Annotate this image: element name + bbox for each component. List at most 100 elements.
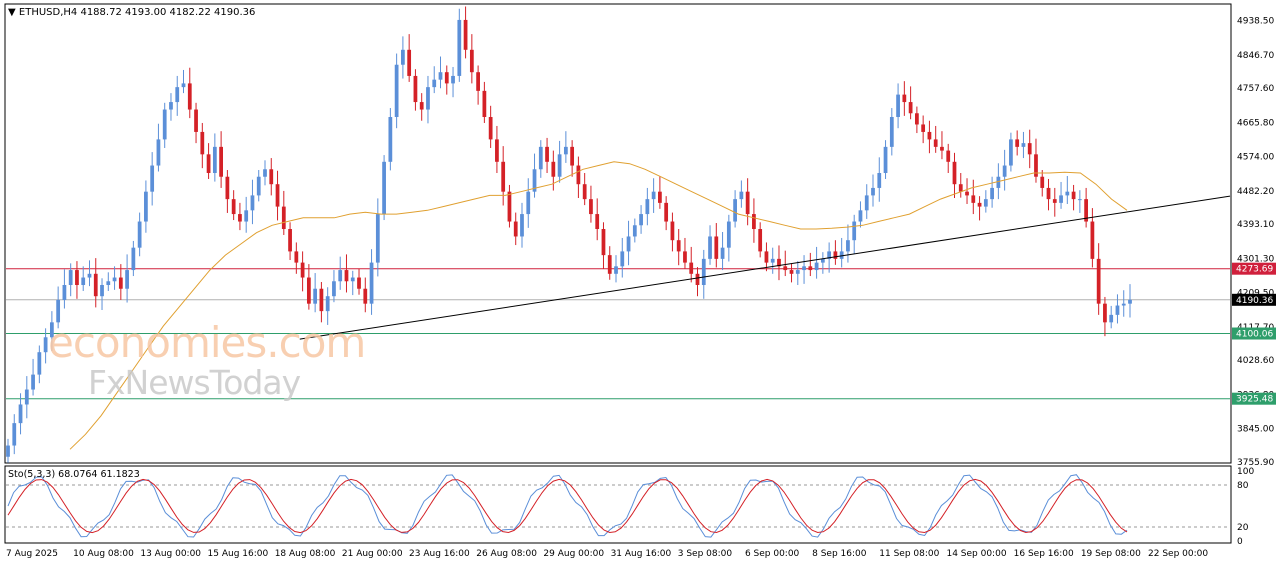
y-tick-label: 4938.50 [1237,16,1274,26]
candle-body [971,195,976,203]
symbol-header: ▼ ETHUSD,H4 4188.72 4193.00 4182.22 4190… [8,7,255,18]
candle-body [770,258,775,263]
candle-body [338,270,343,282]
candle-body [24,389,29,405]
candle-body [81,277,86,286]
x-tick-label: 6 Sep 00:00 [745,549,800,559]
candle-body [908,102,913,114]
candle-body [601,229,606,256]
symbol-timeframe: ETHUSD,H4 [18,7,78,18]
y-tick-label: 4665.80 [1237,118,1274,128]
candle-body [683,251,687,263]
candle-body [206,154,211,174]
candle-body [526,191,531,215]
candle-body [363,288,368,304]
price-tag-support: 4100.06 [1232,327,1276,340]
collapse-triangle-icon[interactable]: ▼ [8,7,16,18]
candle-body [118,277,123,289]
stoch-tick-label: 80 [1237,481,1249,491]
stoch-tick-label: 100 [1237,467,1254,477]
candle-body [357,277,361,289]
candle-body [720,247,725,259]
candle-body [545,146,549,162]
candle-body [344,270,349,282]
candle-body [933,139,938,147]
candle-body [375,214,380,263]
candle-body [921,124,926,132]
candle-body [219,146,223,177]
candle-body [689,262,694,274]
candle-body [1027,143,1032,155]
candle-body [589,199,593,215]
candle-body [1109,314,1114,323]
candle-body [1009,139,1013,166]
candle-body [501,161,506,192]
candle-body [231,199,236,215]
candle-body [1077,199,1082,201]
candle-body [513,221,518,237]
x-tick-label: 7 Aug 2025 [6,549,58,559]
candle-body [269,169,274,185]
candle-body [946,150,951,162]
candle-body [520,214,524,237]
candle-body [714,236,719,259]
candle-body [306,277,311,304]
candle-body [175,87,180,103]
candle-body [18,404,23,424]
candle-body [482,90,487,118]
candle-body [112,277,117,282]
candle-body [896,94,900,118]
y-tick-label: 4757.60 [1237,84,1274,94]
x-tick-label: 8 Sep 16:00 [812,549,867,559]
candle-body [557,154,562,177]
candle-body [300,262,305,278]
candle-body [745,191,750,215]
y-tick-label: 4846.70 [1237,51,1274,61]
x-tick-label: 13 Aug 00:00 [140,549,201,559]
candle-body [1046,187,1051,200]
candle-body [701,258,706,286]
x-tick-label: 10 Aug 08:00 [73,549,134,559]
candle-body [325,296,330,312]
candle-body [394,64,399,118]
y-tick-label: 4393.10 [1237,220,1274,230]
candle-body [563,146,568,155]
candle-body [68,270,73,286]
candle-body [106,281,111,286]
candle-body [87,273,92,278]
candle-body [1128,299,1132,304]
y-tick-label: 3845.00 [1237,425,1274,435]
candle-body [6,445,10,457]
stoch-tick-label: 0 [1237,537,1243,547]
candle-body [783,266,788,271]
candle-body [695,273,700,286]
x-tick-label: 21 Aug 00:00 [342,549,403,559]
x-tick-label: 31 Aug 16:00 [611,549,672,559]
candle-body [137,221,142,248]
candle-body [1090,221,1095,259]
candle-body [833,251,838,259]
candle-body [476,72,480,91]
x-tick-label: 3 Sep 08:00 [678,549,733,559]
x-tick-label: 19 Sep 08:00 [1081,549,1141,559]
candle-body [576,165,581,185]
candle-body [162,109,167,140]
candle-body [388,117,393,162]
candle-body [626,236,631,252]
candle-body [75,270,79,286]
candle-body [990,187,994,200]
candle-body [538,146,543,170]
candle-body [319,288,324,312]
chart-background [0,0,1280,567]
candle-body [814,262,819,271]
candle-body [1115,305,1120,315]
candle-body [156,139,161,166]
candle-body [200,131,205,155]
eth-usd-chart[interactable]: 4938.50 4846.70 4757.60 4665.80 4574.00 4482.… [0,0,1280,567]
candle-body [789,270,794,274]
candle-body [858,210,863,222]
candle-body [1059,195,1063,203]
candle-body [1121,303,1126,306]
candle-body [275,184,280,207]
candle-body [407,49,412,76]
